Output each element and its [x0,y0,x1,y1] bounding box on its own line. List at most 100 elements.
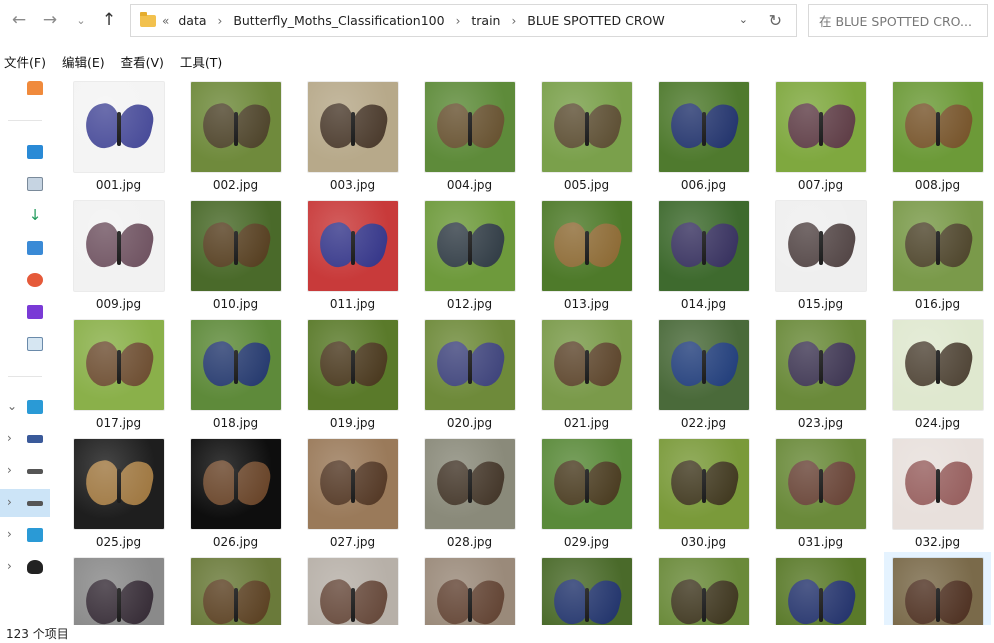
file-item[interactable]: 016.jpg [884,195,991,313]
breadcrumb-data[interactable]: data [178,13,206,28]
file-item[interactable]: 023.jpg [767,314,874,432]
butterfly-wing-right [113,338,157,390]
breadcrumb-overflow[interactable]: « [162,14,169,28]
file-item[interactable]: 009.jpg [65,195,172,313]
file-item[interactable]: 010.jpg [182,195,289,313]
breadcrumb-dataset[interactable]: Butterfly_Moths_Classification100 [233,13,444,28]
chevron-right-icon[interactable]: › [7,463,12,477]
file-item[interactable]: 003.jpg [299,76,406,194]
file-item[interactable] [65,552,172,625]
recent-locations-button[interactable]: ⌄ [68,6,94,34]
file-item[interactable]: 001.jpg [65,76,172,194]
nav-drive-2[interactable]: › [0,457,50,485]
folder-icon [140,11,156,27]
file-item[interactable] [299,552,406,625]
file-item[interactable]: 008.jpg [884,76,991,194]
file-item[interactable] [533,552,640,625]
menu-view[interactable]: 查看(V) [117,52,168,71]
file-item[interactable]: 018.jpg [182,314,289,432]
nav-pictures[interactable] [0,234,50,262]
arrow-right-icon: → [42,10,58,30]
butterfly-body [234,469,238,503]
file-item[interactable]: 029.jpg [533,433,640,551]
nav-music[interactable] [0,266,50,294]
file-item[interactable] [416,552,523,625]
file-item[interactable]: 020.jpg [416,314,523,432]
butterfly-wing-right [230,219,274,271]
file-item[interactable]: 015.jpg [767,195,874,313]
address-bar[interactable]: « data › Butterfly_Moths_Classification1… [130,4,797,37]
file-item[interactable]: 025.jpg [65,433,172,551]
nav-recycle[interactable] [0,330,50,358]
back-button[interactable]: ← [6,6,32,34]
chevron-down-icon[interactable]: ⌄ [739,13,748,26]
chevron-right-icon[interactable]: › [7,431,12,445]
butterfly-wing-left [198,457,242,509]
network-drive-icon [27,528,43,542]
chevron-right-icon[interactable]: › [7,495,12,509]
file-item[interactable]: 004.jpg [416,76,523,194]
nav-videos[interactable] [0,298,50,326]
file-item[interactable]: 022.jpg [650,314,757,432]
nav-documents[interactable] [0,170,50,198]
file-item[interactable]: 014.jpg [650,195,757,313]
file-item[interactable]: 017.jpg [65,314,172,432]
breadcrumb-train[interactable]: train [471,13,500,28]
file-item[interactable] [182,552,289,625]
file-item[interactable]: 013.jpg [533,195,640,313]
file-item[interactable] [650,552,757,625]
menu-edit[interactable]: 编辑(E) [58,52,109,71]
file-item[interactable]: 032.jpg [884,433,991,551]
file-item[interactable]: 026.jpg [182,433,289,551]
file-item[interactable]: 031.jpg [767,433,874,551]
image-thumbnail [542,320,632,410]
forward-button[interactable]: → [37,6,63,34]
breadcrumb-current-folder[interactable]: BLUE SPOTTED CROW [527,13,664,28]
file-item[interactable]: 024.jpg [884,314,991,432]
file-item[interactable]: 002.jpg [182,76,289,194]
item-count: 123 个项目 [6,627,69,641]
chevron-right-icon[interactable]: › [456,14,461,28]
nav-network-drive[interactable]: › [0,521,50,549]
file-item[interactable]: 030.jpg [650,433,757,551]
computer-icon [27,400,43,414]
file-item[interactable]: 021.jpg [533,314,640,432]
chevron-right-icon[interactable]: › [7,527,12,541]
menu-file[interactable]: 文件(F) [0,52,50,71]
butterfly-wing-left [549,100,593,152]
file-item[interactable]: 012.jpg [416,195,523,313]
butterfly-wing-right [581,457,625,509]
file-item[interactable]: 019.jpg [299,314,406,432]
chevron-down-icon[interactable]: ⌄ [7,399,17,413]
nav-desktop[interactable] [0,138,50,166]
butterfly-wing-right [113,457,157,509]
nav-this-pc[interactable]: ⌄ [0,393,50,421]
nav-drive-1[interactable]: › [0,425,50,453]
refresh-icon[interactable]: ↻ [769,11,782,30]
up-button[interactable]: ↑ [96,6,122,34]
file-item[interactable] [767,552,874,625]
file-item[interactable]: 006.jpg [650,76,757,194]
chevron-right-icon[interactable]: › [218,14,223,28]
chevron-right-icon[interactable]: › [7,559,12,573]
file-name: 024.jpg [914,416,961,430]
file-item[interactable]: 005.jpg [533,76,640,194]
file-item[interactable]: 011.jpg [299,195,406,313]
nav-downloads[interactable]: ↓ [0,202,50,230]
file-name: 015.jpg [797,297,844,311]
chevron-right-icon[interactable]: › [511,14,516,28]
butterfly-wing-right [932,338,976,390]
file-item[interactable]: 027.jpg [299,433,406,551]
menu-tools[interactable]: 工具(T) [176,52,226,71]
file-item[interactable]: 028.jpg [416,433,523,551]
butterfly-wing-left [783,100,827,152]
search-box[interactable]: 在 BLUE SPOTTED CRO... [808,4,988,37]
image-thumbnail [659,439,749,529]
nav-home[interactable] [0,74,50,102]
file-item[interactable] [884,552,991,625]
file-name: 027.jpg [329,535,376,549]
butterfly-body [702,231,706,265]
nav-linux[interactable]: › [0,553,50,581]
nav-drive-3[interactable]: › [0,489,50,517]
file-item[interactable]: 007.jpg [767,76,874,194]
